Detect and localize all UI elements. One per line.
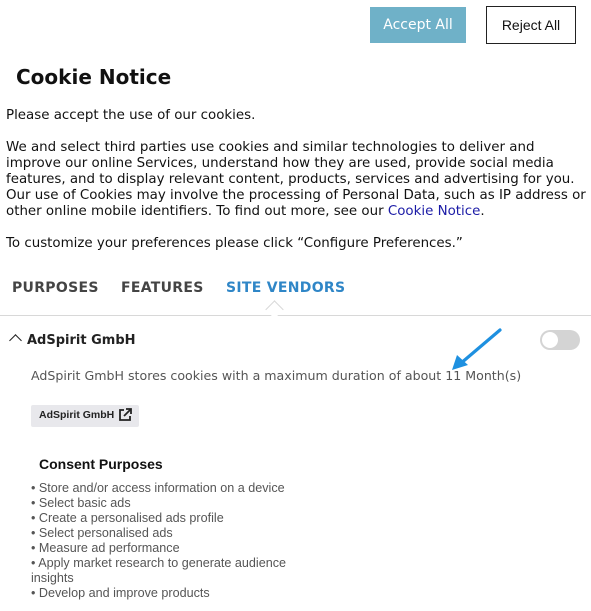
list-item: • Select personalised ads [31, 526, 173, 540]
toggle-knob [542, 332, 558, 348]
vendor-name[interactable]: AdSpirit GmbH [27, 333, 136, 348]
notice-paragraph-3: To customize your preferences please cli… [6, 236, 463, 251]
list-item: • Apply market research to generate audi… [31, 556, 287, 585]
list-item: • Develop and improve products [31, 586, 210, 600]
notice-paragraph-2: We and select third parties use cookies … [6, 140, 591, 236]
vendor-privacy-link[interactable]: AdSpirit GmbH [31, 405, 139, 427]
notice-paragraph-1: Please accept the use of our cookies. [6, 108, 256, 123]
chevron-up-icon[interactable] [9, 334, 22, 347]
list-item: • Measure ad performance [31, 541, 180, 555]
accept-all-button[interactable]: Accept All [370, 7, 466, 43]
notice-body: Please accept the use of our cookies. We… [6, 108, 591, 252]
tab-purposes[interactable]: PURPOSES [12, 280, 99, 296]
notice-paragraph-2-text: We and select third parties use cookies … [6, 140, 586, 219]
tab-features[interactable]: FEATURES [121, 280, 204, 296]
tab-bar: PURPOSES FEATURES SITE VENDORS [0, 278, 591, 316]
list-item: • Select basic ads [31, 496, 131, 510]
vendor-link-label: AdSpirit GmbH [39, 409, 115, 421]
cookie-notice-link[interactable]: Cookie Notice [388, 204, 481, 219]
reject-all-button[interactable]: Reject All [486, 6, 576, 44]
page-title: Cookie Notice [16, 65, 172, 89]
vendor-consent-toggle[interactable] [540, 330, 580, 350]
consent-purposes-title: Consent Purposes [39, 456, 163, 472]
tab-site-vendors[interactable]: SITE VENDORS [226, 280, 345, 296]
external-link-icon [119, 408, 132, 421]
list-item: • Store and/or access information on a d… [31, 481, 285, 495]
annotation-arrow-icon [452, 328, 502, 370]
consent-purposes-list: • Store and/or access information on a d… [31, 481, 331, 601]
list-item: • Create a personalised ads profile [31, 511, 224, 525]
notice-paragraph-2-end: . [480, 204, 485, 219]
